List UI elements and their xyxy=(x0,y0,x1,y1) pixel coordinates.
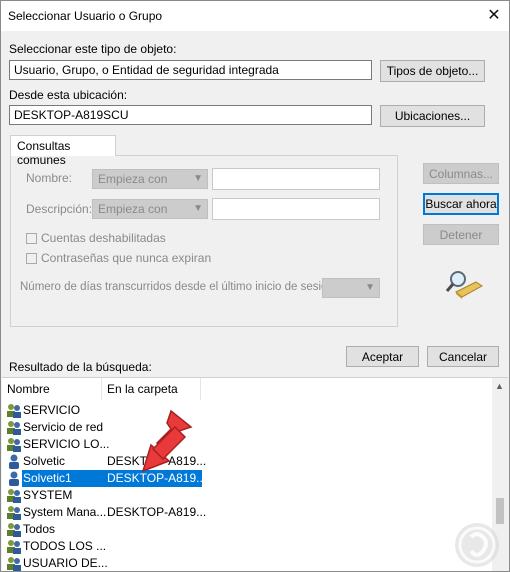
description-input xyxy=(212,198,380,220)
disabled-accounts-label: Cuentas deshabilitadas xyxy=(41,231,166,245)
description-mode-value: Empieza con xyxy=(98,202,168,216)
group-icon xyxy=(7,557,21,571)
object-type-field: Usuario, Grupo, o Entidad de seguridad i… xyxy=(9,60,372,80)
name-mode-value: Empieza con xyxy=(98,172,168,186)
search-magnifier-icon xyxy=(445,271,483,299)
column-divider xyxy=(200,378,201,400)
dialog-title: Seleccionar Usuario o Grupo xyxy=(8,9,163,23)
days-label: Número de días transcurridos desde el úl… xyxy=(20,281,338,293)
non-expiring-label: Contraseñas que nunca expiran xyxy=(41,251,212,265)
group-icon xyxy=(7,421,21,435)
location-label: Desde esta ubicación: xyxy=(9,88,128,102)
chevron-down-icon: ▼ xyxy=(193,173,203,184)
group-icon xyxy=(7,489,21,503)
name-input xyxy=(212,168,380,190)
locations-button[interactable]: Ubicaciones... xyxy=(380,105,485,127)
days-select[interactable]: ▼ xyxy=(322,278,380,298)
list-item[interactable]: Servicio de red xyxy=(2,419,492,436)
cancel-button[interactable]: Cancelar xyxy=(427,346,499,367)
location-field: DESKTOP-A819SCU xyxy=(9,105,372,125)
chevron-down-icon: ▼ xyxy=(365,282,375,293)
results-header: Nombre En la carpeta xyxy=(2,378,492,400)
results-list[interactable]: Nombre En la carpeta SERVICIO Servicio d… xyxy=(2,377,508,571)
name-mode-select[interactable]: Empieza con ▼ xyxy=(92,169,208,189)
list-item[interactable]: Todos xyxy=(2,521,492,538)
list-item[interactable]: TODOS LOS ... xyxy=(2,538,492,555)
object-type-label: Seleccionar este tipo de objeto: xyxy=(9,42,177,56)
list-item[interactable]: Solvetic DESKTOP-A819... xyxy=(2,453,492,470)
watermark-logo xyxy=(455,523,499,567)
group-icon xyxy=(7,506,21,520)
list-item[interactable]: SERVICIO xyxy=(2,402,492,419)
list-item[interactable]: SERVICIO LO... xyxy=(2,436,492,453)
tab-common-queries[interactable]: Consultas comunes xyxy=(10,135,116,167)
title-bar: Seleccionar Usuario o Grupo ✕ xyxy=(1,1,509,31)
disabled-accounts-checkbox[interactable] xyxy=(26,233,37,244)
group-icon xyxy=(7,438,21,452)
list-item[interactable]: System Mana... DESKTOP-A819... xyxy=(2,504,492,521)
description-mode-select[interactable]: Empieza con ▼ xyxy=(92,199,208,219)
user-icon xyxy=(9,471,19,486)
list-item[interactable]: USUARIO DE... xyxy=(2,555,492,571)
close-icon[interactable]: ✕ xyxy=(479,1,509,31)
common-queries-panel: Nombre: Empieza con ▼ Descripción: Empie… xyxy=(10,155,398,327)
group-icon xyxy=(7,523,21,537)
object-types-button[interactable]: Tipos de objeto... xyxy=(380,60,485,82)
list-item-selected[interactable]: Solvetic1 DESKTOP-A819... xyxy=(2,470,492,487)
dialog-window: Seleccionar Usuario o Grupo ✕ Selecciona… xyxy=(0,0,510,572)
columns-button[interactable]: Columnas... xyxy=(423,163,499,184)
non-expiring-checkbox[interactable] xyxy=(26,253,37,264)
scroll-up-icon[interactable]: ▲ xyxy=(495,381,504,391)
user-icon xyxy=(9,454,19,469)
column-name-header[interactable]: Nombre xyxy=(7,382,50,396)
group-icon xyxy=(7,540,21,554)
stop-button[interactable]: Detener xyxy=(423,224,499,245)
search-now-button[interactable]: Buscar ahora xyxy=(423,193,499,215)
name-label: Nombre: xyxy=(26,171,73,185)
pointer-arrow-icon xyxy=(141,409,193,473)
list-item[interactable]: SYSTEM xyxy=(2,487,492,504)
column-folder-header[interactable]: En la carpeta xyxy=(107,382,178,396)
accept-button[interactable]: Aceptar xyxy=(346,346,419,367)
results-label: Resultado de la búsqueda: xyxy=(9,360,152,374)
group-icon xyxy=(7,404,21,418)
column-divider xyxy=(101,378,102,400)
description-label: Descripción: xyxy=(26,202,93,216)
chevron-down-icon: ▼ xyxy=(193,203,203,214)
